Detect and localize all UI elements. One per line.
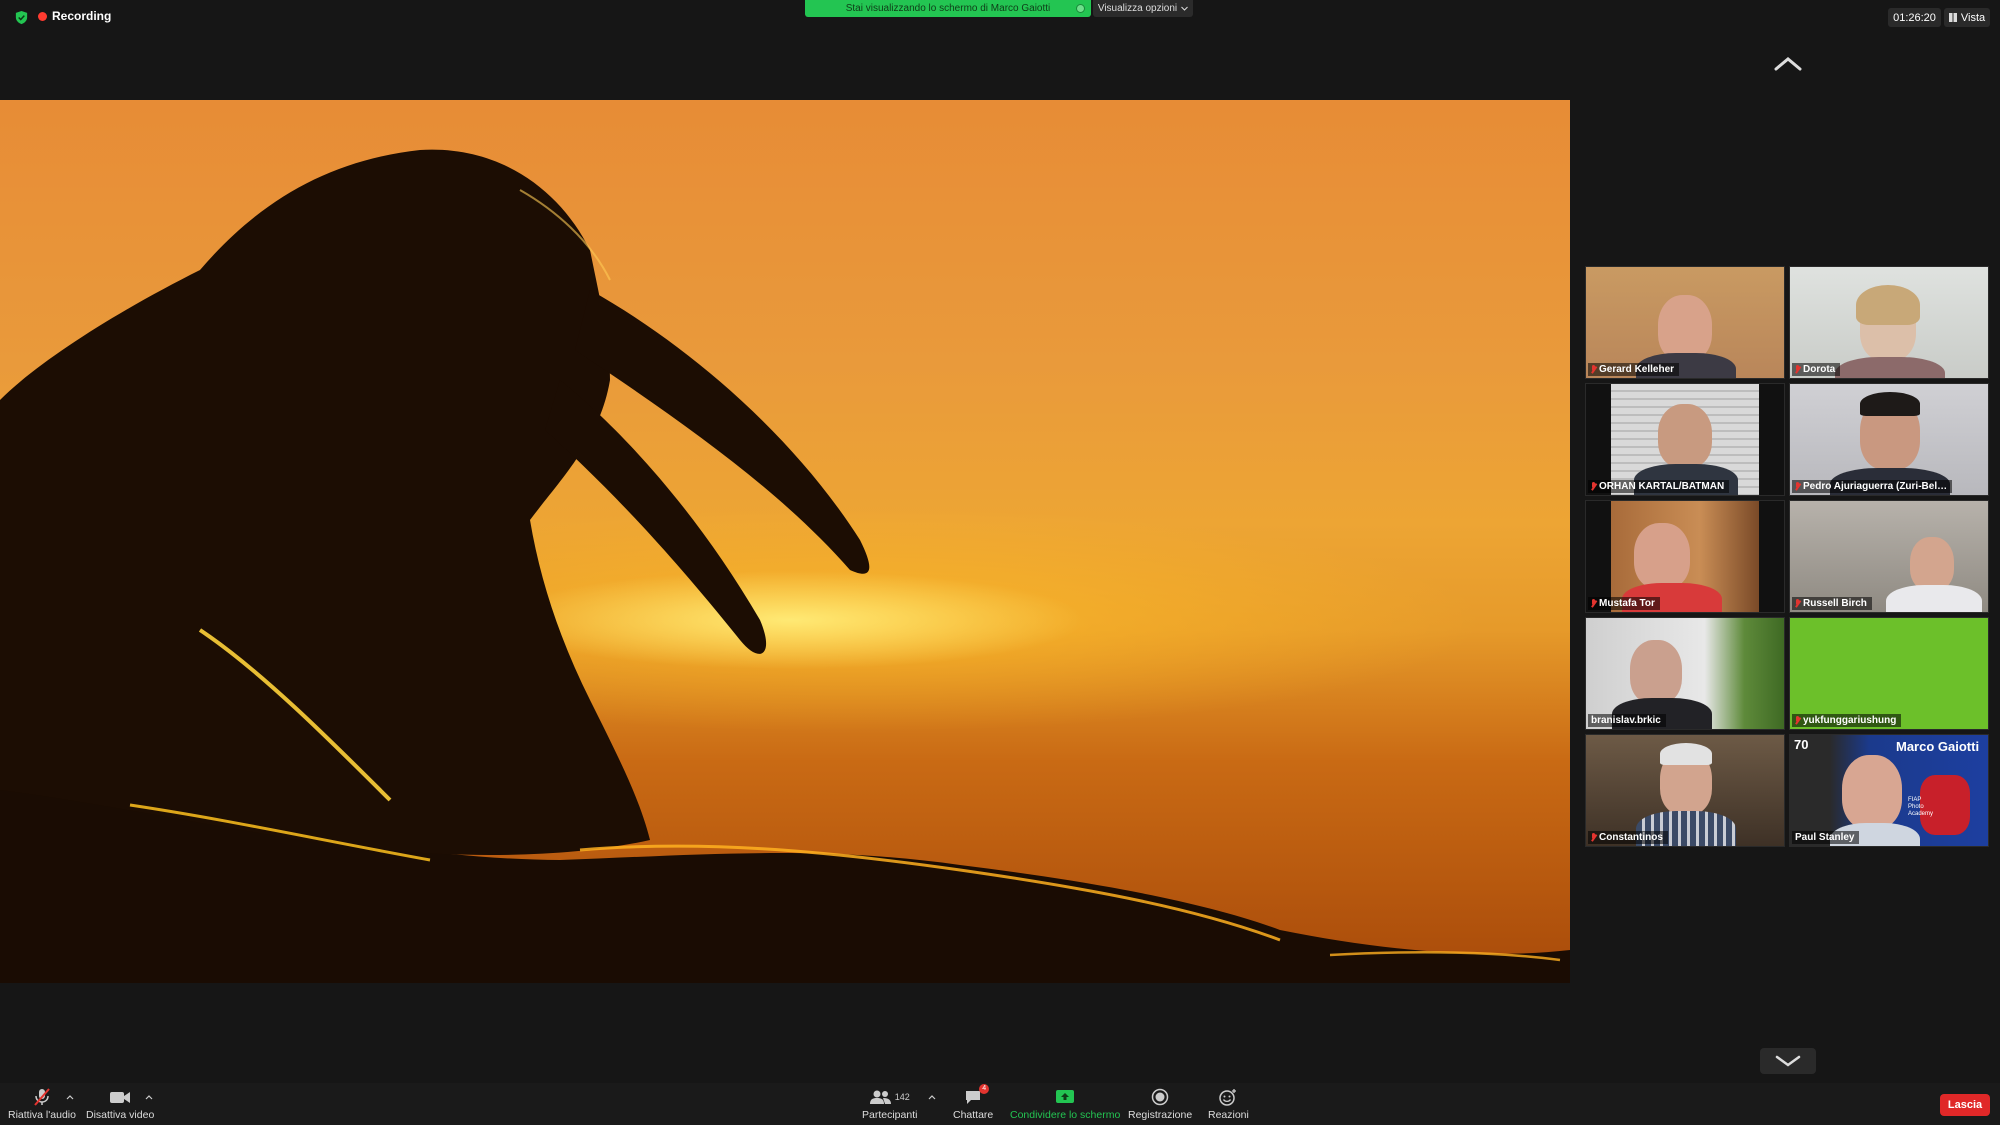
recording-label: Recording	[52, 9, 112, 23]
record-icon	[1151, 1088, 1169, 1106]
mic-muted-icon	[1591, 599, 1596, 608]
chevron-down-icon	[1775, 1055, 1801, 1067]
participant-name-tag: branislav.brkic	[1588, 714, 1666, 727]
walrus-silhouette-photo	[0, 149, 1570, 983]
record-button[interactable]: Registrazione	[1128, 1087, 1192, 1121]
view-options-label: Visualizza opzioni	[1097, 3, 1178, 14]
participant-tile[interactable]: Mustafa Tor	[1585, 500, 1785, 613]
participant-name-tag: Dorota	[1792, 363, 1841, 376]
unmute-button[interactable]: Riattiva l'audio	[8, 1087, 76, 1121]
participant-name-tag: Constantinos	[1588, 831, 1668, 844]
record-label: Registrazione	[1128, 1109, 1193, 1121]
meeting-toolbar	[0, 1083, 2000, 1125]
participant-name-tag: yukfunggariushung	[1792, 714, 1902, 727]
share-banner-text: Stai visualizzando lo schermo di Marco G…	[845, 3, 1051, 14]
video-options-chevron-icon[interactable]	[145, 1094, 153, 1100]
participant-name-tag: Pedro Ajuriaguerra (Zuri-Bel…	[1792, 480, 1953, 493]
participant-tile[interactable]: branislav.brkic	[1585, 617, 1785, 730]
shared-screen-content[interactable]	[0, 100, 1570, 983]
participant-tile[interactable]: Dorota	[1789, 266, 1989, 379]
gallery-scroll-down-button[interactable]	[1760, 1048, 1816, 1074]
tile-overlay-number: 70	[1794, 737, 1809, 752]
screen-share-banner: Stai visualizzando lo schermo di Marco G…	[805, 0, 1091, 17]
stop-video-label: Disattiva video	[86, 1109, 155, 1121]
participant-tile[interactable]: yukfunggariushung	[1789, 617, 1989, 730]
chevron-down-icon	[1181, 6, 1189, 11]
security-shield-icon[interactable]	[14, 10, 29, 25]
participants-options-chevron-icon[interactable]	[928, 1094, 936, 1100]
participants-button[interactable]: 142 Partecipanti	[862, 1087, 917, 1121]
view-label: Vista	[1960, 11, 1986, 24]
mic-muted-icon	[1795, 599, 1800, 608]
reactions-label: Reazioni	[1208, 1109, 1249, 1121]
participant-tile[interactable]: Gerard Kelleher	[1585, 266, 1785, 379]
share-screen-button[interactable]: Condividere lo schermo	[1010, 1087, 1120, 1121]
gallery-scroll-up-icon[interactable]	[1773, 56, 1803, 72]
layout-grid-icon	[1948, 13, 1957, 22]
share-status-icon	[1076, 4, 1085, 13]
participant-name-tag: ORHAN KARTAL/BATMAN	[1588, 480, 1730, 493]
reactions-button[interactable]: Reazioni	[1208, 1087, 1249, 1121]
mic-muted-icon	[1591, 833, 1596, 842]
participant-tile[interactable]: Marco Gaiotti 70 FIAP Photo Academy Paul…	[1789, 734, 1989, 847]
mic-muted-icon	[1591, 482, 1596, 491]
reactions-smiley-icon	[1219, 1089, 1237, 1106]
participant-tile[interactable]: Russell Birch	[1789, 500, 1989, 613]
participants-label: Partecipanti	[862, 1109, 918, 1121]
participant-tile[interactable]: ORHAN KARTAL/BATMAN	[1585, 383, 1785, 496]
participants-icon	[869, 1090, 891, 1104]
participant-name-tag: Paul Stanley	[1792, 831, 1860, 844]
share-screen-label: Condividere lo schermo	[1010, 1109, 1121, 1121]
share-screen-icon	[1056, 1090, 1075, 1103]
mic-muted-icon	[1795, 365, 1800, 374]
mic-muted-icon	[1795, 482, 1800, 491]
participant-name-tag: Russell Birch	[1792, 597, 1872, 610]
recording-indicator[interactable]: Recording	[38, 9, 111, 23]
meeting-timer: 01:26:20	[1888, 8, 1941, 27]
participant-name-tag: Gerard Kelleher	[1588, 363, 1680, 376]
record-dot-icon	[38, 11, 47, 21]
tile-overlay-org: FIAP Photo Academy	[1908, 797, 1934, 817]
chat-label: Chattare	[953, 1109, 994, 1121]
stop-video-button[interactable]: Disattiva video	[86, 1087, 154, 1121]
participants-count: 142	[894, 1092, 910, 1102]
video-camera-icon	[110, 1092, 131, 1103]
chat-unread-badge: 4	[979, 1084, 990, 1094]
chat-button[interactable]: 4 Chattare	[953, 1084, 994, 1121]
leave-meeting-button[interactable]: Lascia	[1940, 1094, 1990, 1116]
participant-name-tag: Mustafa Tor	[1588, 597, 1660, 610]
mic-muted-icon	[1591, 365, 1596, 374]
view-options-button[interactable]: Visualizza opzioni	[1093, 0, 1193, 17]
mic-muted-icon	[1795, 716, 1800, 725]
tile-overlay-title: Marco Gaiotti	[1896, 739, 1980, 754]
unmute-label: Riattiva l'audio	[8, 1109, 76, 1121]
audio-options-chevron-icon[interactable]	[66, 1094, 74, 1100]
participant-tile[interactable]: Constantinos	[1585, 734, 1785, 847]
microphone-muted-icon	[34, 1088, 50, 1106]
top-bar: Recording Stai visualizzando lo schermo …	[0, 0, 2000, 34]
view-layout-button[interactable]: Vista	[1944, 8, 1990, 27]
participant-tile[interactable]: Pedro Ajuriaguerra (Zuri-Bel…	[1789, 383, 1989, 496]
